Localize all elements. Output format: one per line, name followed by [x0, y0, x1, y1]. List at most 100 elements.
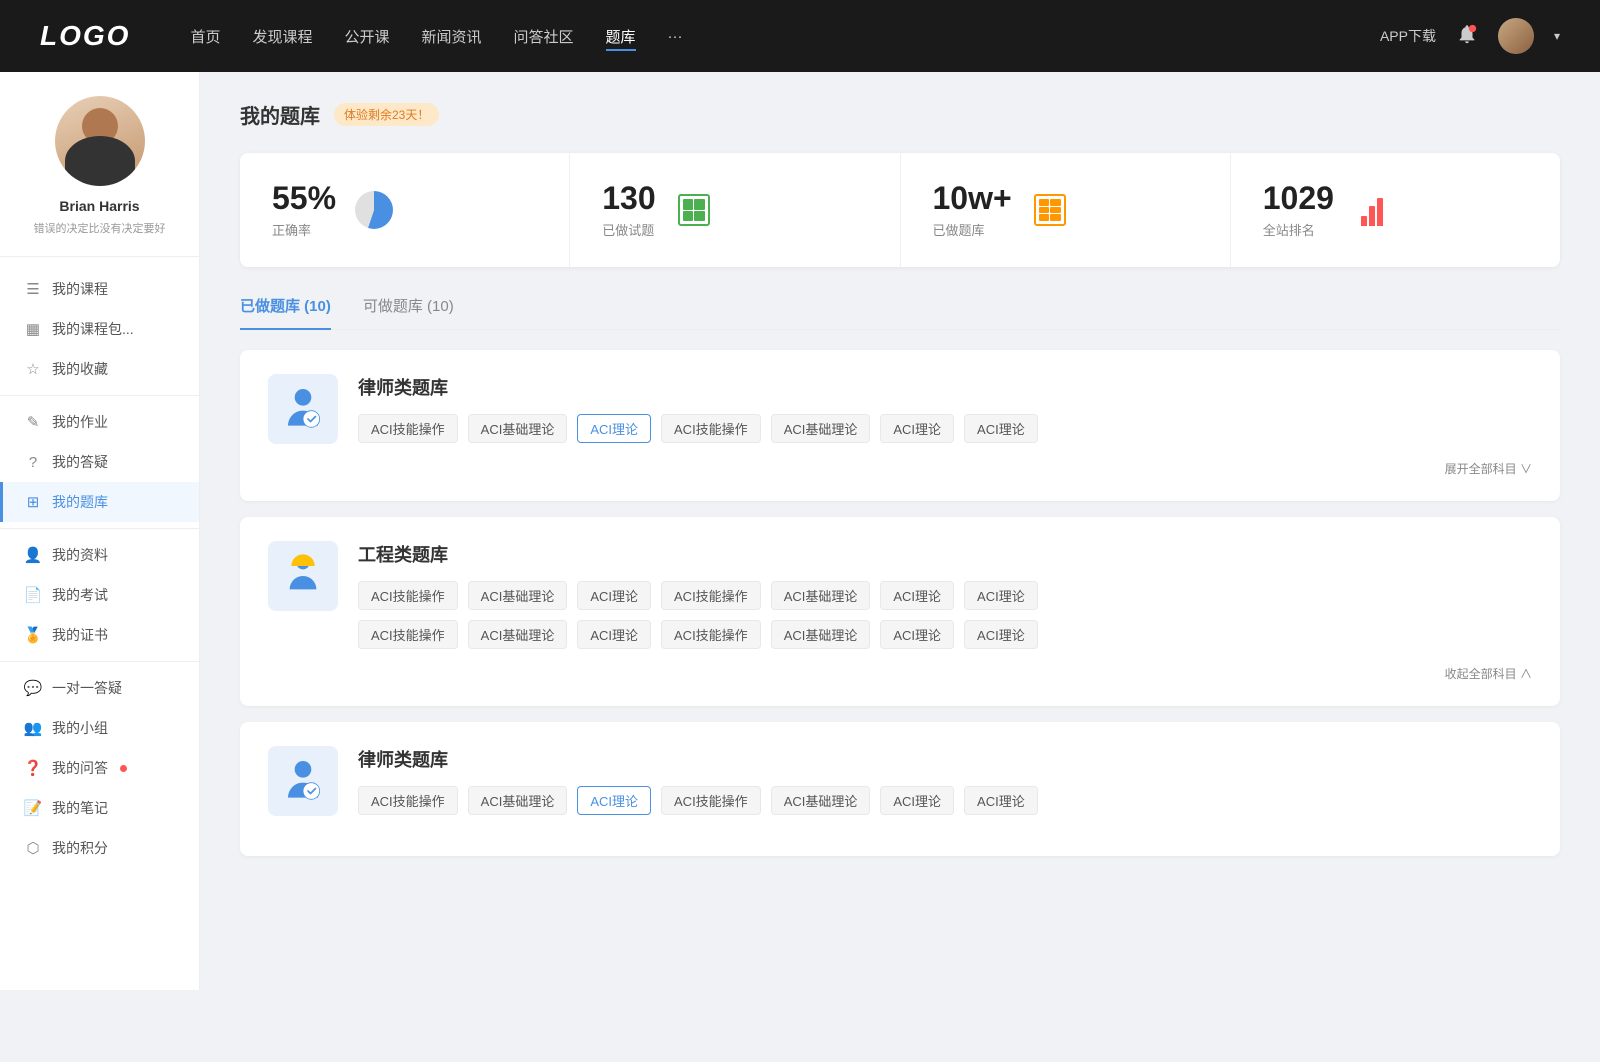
sidebar-menu: ☰ 我的课程 ▦ 我的课程包... ☆ 我的收藏 ✎ 我的作业 ? 我的答疑 ⊞ [0, 257, 199, 868]
tag-1-5[interactable]: ACI理论 [880, 414, 954, 443]
tag-2-9[interactable]: ACI理论 [577, 620, 651, 649]
qbank-icon: ⊞ [24, 493, 42, 511]
sidebar-item-oneonone[interactable]: 💬 一对一答疑 [0, 668, 199, 708]
tag-1-1[interactable]: ACI基础理论 [468, 414, 568, 443]
edit-icon: ✎ [24, 413, 42, 431]
nav-links: 首页 发现课程 公开课 新闻资讯 问答社区 题库 ··· [190, 22, 1380, 51]
tag-1-6[interactable]: ACI理论 [964, 414, 1038, 443]
nav-qbank[interactable]: 题库 [606, 22, 636, 51]
page-header: 我的题库 体验剩余23天！ [240, 100, 1560, 129]
tags-row-2b: ACI技能操作 ACI基础理论 ACI理论 ACI技能操作 ACI基础理论 AC… [358, 620, 1532, 649]
sidebar-item-exam[interactable]: 📄 我的考试 [0, 575, 199, 615]
points-icon: ⬡ [24, 839, 42, 857]
expand-btn-1[interactable]: 展开全部科目 ∨ [268, 460, 1532, 477]
tag-2-6[interactable]: ACI理论 [964, 581, 1038, 610]
app-download[interactable]: APP下载 [1380, 26, 1436, 46]
tag-2-4[interactable]: ACI基础理论 [771, 581, 871, 610]
qbank-title-3: 律师类题库 [358, 746, 1038, 772]
sidebar-item-favorites-label: 我的收藏 [52, 359, 108, 379]
sidebar-item-qbank[interactable]: ⊞ 我的题库 [0, 482, 199, 522]
nav-news[interactable]: 新闻资讯 [422, 22, 482, 51]
qbank-card-lawyer-2: 律师类题库 ACI技能操作 ACI基础理论 ACI理论 ACI技能操作 ACI基… [240, 722, 1560, 856]
nav-opencourse[interactable]: 公开课 [344, 22, 389, 51]
tag-3-1[interactable]: ACI基础理论 [468, 786, 568, 815]
sidebar-item-homework-label: 我的作业 [52, 412, 108, 432]
tag-3-6[interactable]: ACI理论 [964, 786, 1038, 815]
sidebar-item-group[interactable]: 👥 我的小组 [0, 708, 199, 748]
sidebar-item-group-label: 我的小组 [52, 718, 108, 738]
stat-banks-label: 已做题库 [933, 220, 1012, 239]
tag-3-4[interactable]: ACI基础理论 [771, 786, 871, 815]
user-avatar-nav[interactable] [1498, 18, 1534, 54]
pie-chart-icon [355, 191, 393, 229]
stat-questions-value: 130 [602, 181, 655, 216]
sidebar-item-packages[interactable]: ▦ 我的课程包... [0, 309, 199, 349]
stat-ranking-label: 全站排名 [1263, 220, 1334, 239]
user-menu-chevron[interactable]: ▾ [1554, 29, 1560, 43]
page-wrapper: Brian Harris 错误的决定比没有决定要好 ☰ 我的课程 ▦ 我的课程包… [0, 72, 1600, 990]
logo[interactable]: LOGO [40, 20, 130, 52]
tags-row-1: ACI技能操作 ACI基础理论 ACI理论 ACI技能操作 ACI基础理论 AC… [358, 414, 1038, 443]
sidebar-item-points[interactable]: ⬡ 我的积分 [0, 828, 199, 868]
sidebar-item-profile[interactable]: 👤 我的资料 [0, 535, 199, 575]
doc-icon: 📄 [24, 586, 42, 604]
sidebar-item-myquestion-label: 我的问答 [52, 758, 108, 778]
engineer-svg [278, 551, 328, 601]
banks-icon [1028, 188, 1072, 232]
tag-2-8[interactable]: ACI基础理论 [468, 620, 568, 649]
tag-2-0[interactable]: ACI技能操作 [358, 581, 458, 610]
tag-2-5[interactable]: ACI理论 [880, 581, 954, 610]
tag-2-7[interactable]: ACI技能操作 [358, 620, 458, 649]
tag-2-2[interactable]: ACI理论 [577, 581, 651, 610]
tag-1-3[interactable]: ACI技能操作 [661, 414, 761, 443]
nav-more[interactable]: ··· [668, 24, 683, 49]
sidebar-item-exam-label: 我的考试 [52, 585, 108, 605]
tag-2-11[interactable]: ACI基础理论 [771, 620, 871, 649]
tag-1-4[interactable]: ACI基础理论 [771, 414, 871, 443]
tag-1-2[interactable]: ACI理论 [577, 414, 651, 443]
qbank-card-engineer: 工程类题库 ACI技能操作 ACI基础理论 ACI理论 ACI技能操作 ACI基… [240, 517, 1560, 706]
sidebar-item-myqa[interactable]: ? 我的答疑 [0, 442, 199, 482]
sidebar: Brian Harris 错误的决定比没有决定要好 ☰ 我的课程 ▦ 我的课程包… [0, 72, 200, 990]
tag-1-0[interactable]: ACI技能操作 [358, 414, 458, 443]
stat-accuracy: 55% 正确率 [240, 153, 570, 267]
sidebar-item-myqa-label: 我的答疑 [52, 452, 108, 472]
page-title: 我的题库 [240, 100, 320, 129]
star-icon: ☆ [24, 360, 42, 378]
sidebar-item-homework[interactable]: ✎ 我的作业 [0, 402, 199, 442]
sidebar-item-oneonone-label: 一对一答疑 [52, 678, 122, 698]
notification-bell[interactable] [1456, 23, 1478, 50]
sidebar-item-notes[interactable]: 📝 我的笔记 [0, 788, 199, 828]
tag-2-1[interactable]: ACI基础理论 [468, 581, 568, 610]
tab-todo-banks[interactable]: 可做题库 (10) [363, 295, 454, 330]
sidebar-item-myquestion[interactable]: ❓ 我的问答 [0, 748, 199, 788]
stats-row: 55% 正确率 130 已做试题 [240, 153, 1560, 267]
nav-qa[interactable]: 问答社区 [514, 22, 574, 51]
tab-done-banks[interactable]: 已做题库 (10) [240, 295, 331, 330]
sidebar-item-packages-label: 我的课程包... [52, 319, 134, 339]
nav-discover[interactable]: 发现课程 [252, 22, 312, 51]
avatar [55, 96, 145, 186]
tag-3-3[interactable]: ACI技能操作 [661, 786, 761, 815]
collapse-btn-2[interactable]: 收起全部科目 ∧ [268, 665, 1532, 682]
tag-2-13[interactable]: ACI理论 [964, 620, 1038, 649]
sidebar-item-points-label: 我的积分 [52, 838, 108, 858]
questions-icon [672, 188, 716, 232]
table-green-icon [678, 194, 710, 226]
ranking-icon [1350, 188, 1394, 232]
sidebar-item-favorites[interactable]: ☆ 我的收藏 [0, 349, 199, 389]
tag-3-2[interactable]: ACI理论 [577, 786, 651, 815]
qa-icon: ❓ [24, 759, 42, 777]
sidebar-item-cert[interactable]: 🏅 我的证书 [0, 615, 199, 655]
lawyer-svg-2 [278, 756, 328, 806]
tag-2-10[interactable]: ACI技能操作 [661, 620, 761, 649]
tag-2-12[interactable]: ACI理论 [880, 620, 954, 649]
tag-2-3[interactable]: ACI技能操作 [661, 581, 761, 610]
table-orange-icon [1034, 194, 1066, 226]
sidebar-item-courses[interactable]: ☰ 我的课程 [0, 269, 199, 309]
tag-3-5[interactable]: ACI理论 [880, 786, 954, 815]
chat-icon: 💬 [24, 679, 42, 697]
nav-right: APP下载 ▾ [1380, 18, 1560, 54]
tag-3-0[interactable]: ACI技能操作 [358, 786, 458, 815]
nav-home[interactable]: 首页 [190, 22, 220, 51]
